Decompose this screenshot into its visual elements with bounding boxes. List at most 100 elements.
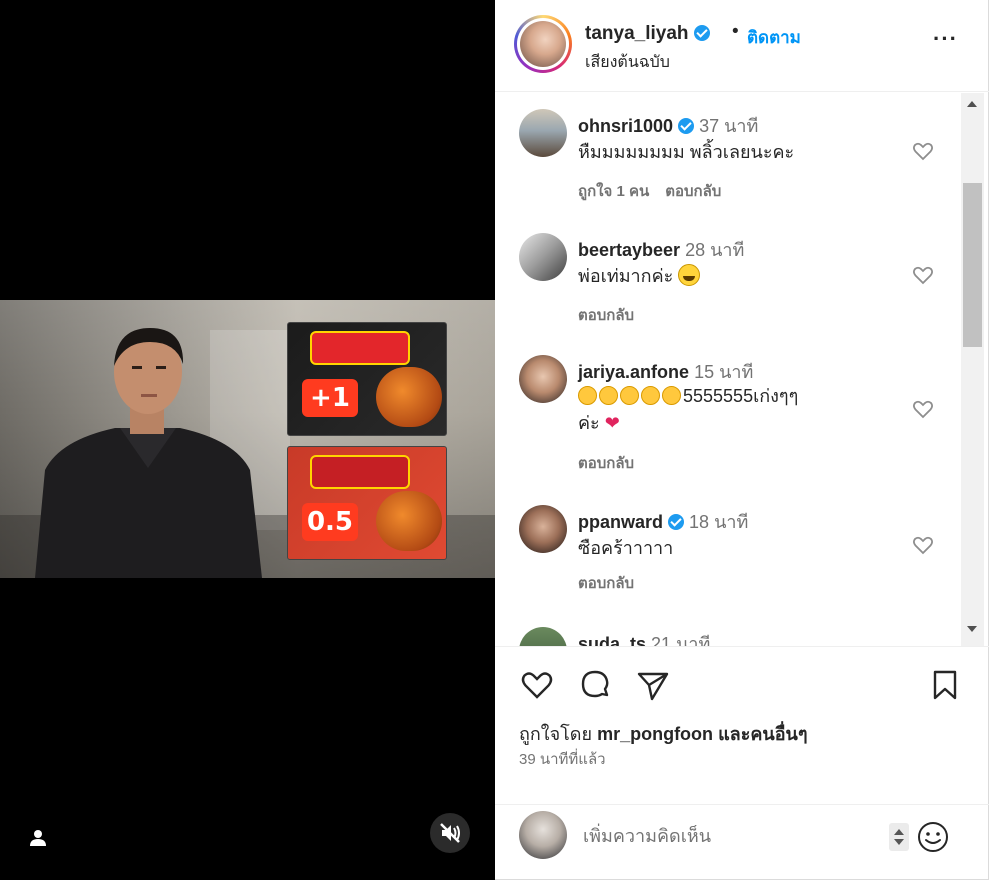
clapping-hands-emoji-icon: [599, 386, 618, 405]
speaker-muted-icon: [440, 823, 460, 843]
liked-by-user[interactable]: mr_pongfoon: [597, 724, 713, 744]
comment-item: jariya.anfone 15 นาที 5555555เก่งๆๆ ค่ะ …: [495, 355, 961, 485]
comment-text: ซือคร้าาาาา: [578, 538, 674, 558]
pack-brand-logo: [310, 331, 410, 365]
comment-actions: ตอบกลับ: [578, 303, 634, 327]
comment-text: พ่อเท่มากค่ะ: [578, 266, 674, 286]
original-audio-link[interactable]: เสียงต้นฉบับ: [585, 50, 670, 75]
commenter-username[interactable]: jariya.anfone: [578, 362, 689, 382]
post-side-panel: tanya_liyah • ติดตาม เสียงต้นฉบับ ··· oh…: [495, 0, 989, 880]
grinning-face-emoji-icon: [678, 264, 701, 286]
comment-item: suda_ts 21 นาที: [495, 627, 961, 646]
verified-badge-icon: [693, 25, 710, 41]
header-separator: •: [732, 21, 739, 42]
scroll-up-arrow-icon[interactable]: [967, 101, 977, 107]
tagged-users-button[interactable]: [26, 826, 50, 850]
commenter-avatar[interactable]: [519, 505, 567, 553]
clapping-hands-emoji-icon: [620, 386, 639, 405]
author-avatar[interactable]: [514, 15, 572, 73]
post-header: tanya_liyah • ติดตาม เสียงต้นฉบับ ···: [495, 0, 989, 92]
clapping-hands-emoji-icon: [662, 386, 681, 405]
pack-badge-top: +1: [302, 379, 358, 417]
comment-text-row: พ่อเท่มากค่ะ: [578, 263, 898, 290]
like-comment-heart-icon[interactable]: [911, 263, 935, 287]
author-username[interactable]: tanya_liyah: [585, 23, 689, 44]
reply-button[interactable]: ตอบกลับ: [578, 575, 634, 592]
emoji-picker-smiley-icon[interactable]: [915, 819, 951, 855]
comment-time[interactable]: 18 นาที: [689, 512, 748, 532]
noodle-image: [376, 367, 442, 427]
post-actions-bar: ถูกใจโดย mr_pongfoon และคนอื่นๆ 39 นาทีท…: [495, 646, 989, 804]
comment-text: หืมมมมมมมม พลิ้วเลยนะคะ: [578, 142, 795, 162]
commenter-avatar[interactable]: [519, 627, 567, 646]
post-media[interactable]: +1 0.5: [0, 0, 495, 880]
verified-badge-icon: [678, 118, 695, 134]
comment-actions: ตอบกลับ: [578, 571, 634, 595]
noodle-image: [376, 491, 442, 551]
comment-item: ohnsri1000 37 นาที หืมมมมมมมม พลิ้วเลยนะ…: [495, 109, 961, 219]
comment-like-count[interactable]: ถูกใจ 1 คน: [578, 183, 649, 200]
noodle-pack-bottom: 0.5: [287, 446, 447, 560]
reply-button[interactable]: ตอบกลับ: [665, 183, 721, 200]
pack-brand-logo: [310, 455, 410, 489]
commenter-username[interactable]: ppanward: [578, 512, 663, 532]
commenter-avatar[interactable]: [519, 109, 567, 157]
liked-by-line: ถูกใจโดย mr_pongfoon และคนอื่นๆ: [519, 719, 808, 748]
commenter-avatar[interactable]: [519, 355, 567, 403]
commenter-username[interactable]: suda_ts: [578, 634, 646, 646]
comment-actions: ตอบกลับ: [578, 451, 634, 475]
comments-scrollbar[interactable]: [961, 93, 984, 646]
comment-header: ppanward 18 นาที: [578, 507, 748, 536]
current-user-avatar[interactable]: [519, 811, 567, 859]
comment-time[interactable]: 21 นาที: [651, 634, 710, 646]
author-avatar-photo: [520, 21, 566, 67]
add-comment-bar: [495, 804, 989, 880]
liked-by-others[interactable]: และคนอื่นๆ: [718, 724, 807, 744]
post-time-ago[interactable]: 39 นาทีที่แล้ว: [519, 747, 606, 771]
comment-item: beertaybeer 28 นาที พ่อเท่มากค่ะ ตอบกลับ: [495, 233, 961, 333]
author-username-row[interactable]: tanya_liyah: [585, 23, 710, 45]
reply-button[interactable]: ตอบกลับ: [578, 307, 634, 324]
comment-time[interactable]: 28 นาที: [685, 240, 744, 260]
comment-actions: ถูกใจ 1 คน ตอบกลับ: [578, 179, 721, 203]
noodle-pack-top: +1: [287, 322, 447, 436]
video-frame[interactable]: +1 0.5: [0, 300, 495, 578]
commenter-username[interactable]: ohnsri1000: [578, 116, 673, 136]
comment-time[interactable]: 15 นาที: [694, 362, 753, 382]
mute-button[interactable]: [430, 813, 470, 853]
comment-item: ppanward 18 นาที ซือคร้าาาาา ตอบกลับ: [495, 505, 961, 605]
comment-bubble-icon[interactable]: [577, 667, 613, 703]
comment-header: suda_ts 21 นาที: [578, 629, 710, 646]
commenter-username[interactable]: beertaybeer: [578, 240, 680, 260]
more-options-button[interactable]: ···: [933, 26, 963, 56]
liked-by-prefix: ถูกใจโดย: [519, 724, 593, 744]
comment-header: beertaybeer 28 นาที: [578, 235, 744, 264]
comments-list[interactable]: ohnsri1000 37 นาที หืมมมมมมมม พลิ้วเลยนะ…: [495, 93, 989, 646]
comment-input[interactable]: [583, 821, 863, 851]
comment-header: jariya.anfone 15 นาที: [578, 357, 753, 386]
comment-header: ohnsri1000 37 นาที: [578, 111, 758, 140]
save-bookmark-icon[interactable]: [927, 667, 963, 703]
comment-text: 5555555เก่งๆๆ: [683, 386, 799, 406]
red-heart-emoji-icon: ❤: [604, 413, 620, 433]
user-icon: [30, 830, 46, 846]
stepper-down-arrow-icon[interactable]: [894, 839, 904, 845]
like-comment-heart-icon[interactable]: [911, 139, 935, 163]
clapping-hands-emoji-icon: [641, 386, 660, 405]
verified-badge-icon: [668, 514, 685, 530]
clapping-hands-emoji-icon: [578, 386, 597, 405]
comment-text-row: 5555555เก่งๆๆ ค่ะ ❤: [578, 383, 908, 437]
share-paper-plane-icon[interactable]: [635, 667, 671, 703]
comment-text-line2: ค่ะ: [578, 413, 600, 433]
like-comment-heart-icon[interactable]: [911, 533, 935, 557]
input-resize-stepper[interactable]: [889, 823, 909, 851]
stepper-up-arrow-icon[interactable]: [894, 829, 904, 835]
like-comment-heart-icon[interactable]: [911, 397, 935, 421]
like-heart-icon[interactable]: [519, 667, 555, 703]
comment-time[interactable]: 37 นาที: [699, 116, 758, 136]
scrollbar-thumb[interactable]: [963, 183, 982, 347]
follow-button[interactable]: ติดตาม: [747, 24, 801, 51]
reply-button[interactable]: ตอบกลับ: [578, 455, 634, 472]
commenter-avatar[interactable]: [519, 233, 567, 281]
scroll-down-arrow-icon[interactable]: [967, 626, 977, 632]
